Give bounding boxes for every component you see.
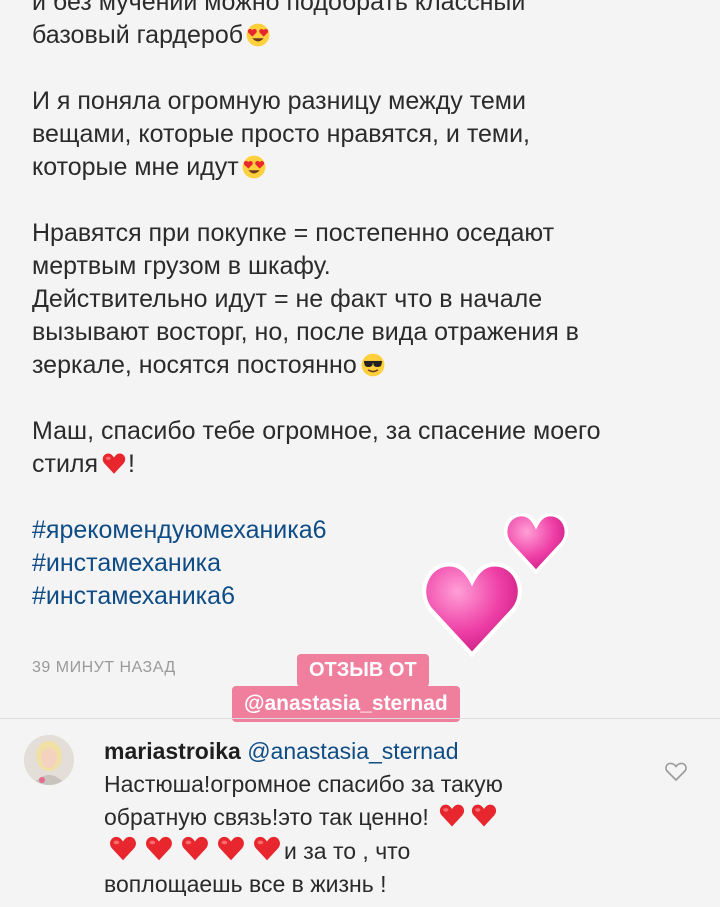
- heart-eyes-emoji: [241, 154, 267, 180]
- caption-line: И я поняла огромную разницу между теми: [32, 87, 526, 115]
- post-caption: и без мучений можно подобрать классный б…: [32, 0, 682, 613]
- red-heart-emoji: [469, 802, 499, 830]
- red-heart-emoji: [250, 834, 284, 864]
- hashtag-link[interactable]: #ярекомендуюмеханика6: [32, 514, 682, 547]
- red-heart-emoji: [214, 834, 248, 864]
- red-heart-emoji: [106, 834, 140, 864]
- divider: [0, 718, 720, 719]
- comment-text: и за то , что: [104, 834, 624, 868]
- red-heart-emoji: [178, 834, 212, 864]
- caption-line: и без мучений можно подобрать классный: [32, 0, 526, 16]
- bottom-edge: [0, 896, 720, 907]
- hashtag-list: #ярекомендуюмеханика6 #инстамеханика #ин…: [32, 514, 682, 613]
- caption-paragraph-1: и без мучений можно подобрать классный б…: [32, 0, 682, 52]
- caption-line: вещами, которые просто нравятся, и теми,: [32, 120, 530, 148]
- comment-text: Настюша!огромное спасибо за такую: [104, 771, 503, 797]
- red-heart-emoji: [100, 451, 128, 477]
- caption-line: Нравятся при покупке = постепенно оседаю…: [32, 219, 555, 247]
- caption-paragraph-2: И я поняла огромную разницу между теми в…: [32, 85, 682, 184]
- red-heart-emoji: [437, 802, 467, 830]
- review-sticker-username: @anastasia_sternad: [232, 686, 460, 722]
- comment-line-1: mariastroika @anastasia_sternad: [104, 735, 624, 768]
- caption-line: стиля!: [32, 450, 135, 478]
- avatar[interactable]: [24, 735, 74, 785]
- caption-line: вызывают восторг, но, после вида отражен…: [32, 318, 579, 346]
- comment-username[interactable]: mariastroika: [104, 738, 241, 764]
- caption-line: Действительно идут = не факт что в начал…: [32, 285, 543, 313]
- heart-eyes-emoji: [245, 22, 271, 48]
- comment: mariastroika @anastasia_sternad Настюша!…: [104, 735, 624, 901]
- caption-line: мертвым грузом в шкафу.: [32, 252, 331, 280]
- comment-text: обратную связь!это так ценно!: [104, 801, 624, 834]
- caption-line: Маш, спасибо тебе огромное, за спасение …: [32, 417, 601, 445]
- like-heart-icon[interactable]: [664, 759, 688, 783]
- comment-mention[interactable]: @anastasia_sternad: [247, 738, 458, 764]
- hashtag-link[interactable]: #инстамеханика: [32, 547, 682, 580]
- caption-paragraph-3: Нравятся при покупке = постепенно оседаю…: [32, 217, 682, 382]
- post-timestamp: 39 МИНУТ НАЗАД: [32, 659, 176, 676]
- pink-heart-sticker-large: [422, 562, 522, 658]
- sunglasses-emoji: [359, 352, 387, 378]
- hashtag-link[interactable]: #инстамеханика6: [32, 580, 682, 613]
- caption-paragraph-4: Маш, спасибо тебе огромное, за спасение …: [32, 415, 682, 481]
- red-heart-emoji: [142, 834, 176, 864]
- avatar-photo: [24, 735, 74, 785]
- caption-line: базовый гардероб: [32, 19, 682, 52]
- caption-line: зеркале, носятся постоянно: [32, 349, 682, 382]
- review-sticker-label: ОТЗЫВ ОТ: [297, 654, 429, 687]
- caption-line: которые мне идут: [32, 151, 682, 184]
